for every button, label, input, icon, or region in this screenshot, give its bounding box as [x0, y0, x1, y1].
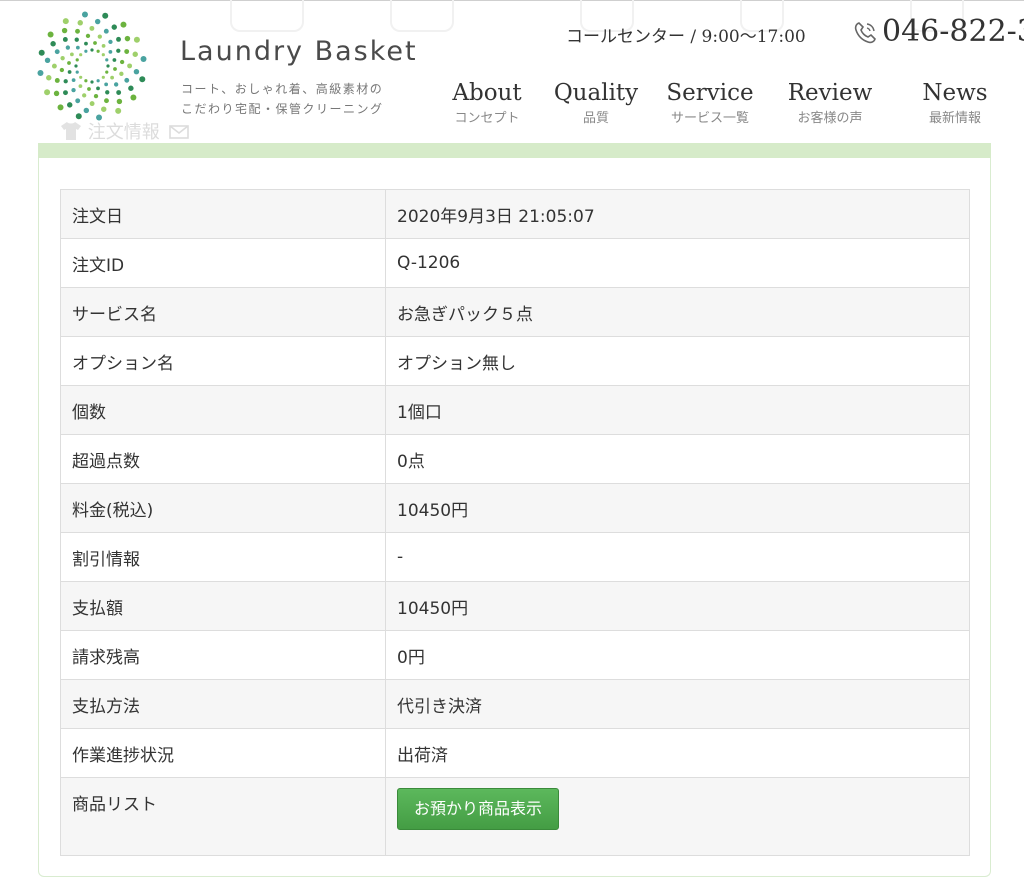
table-row-items: 商品リスト お預かり商品表示 — [60, 777, 970, 856]
phone-icon — [854, 22, 876, 44]
nav-service-label: Service — [666, 80, 754, 106]
table-row: サービス名 お急ぎパック５点 — [60, 287, 970, 337]
logo-tagline-line1: コート、おしゃれ着、高級素材の — [181, 82, 384, 96]
phone-number[interactable]: 046-822-3 — [882, 14, 1024, 49]
nav-news-sublabel: 最新情報 — [928, 111, 981, 126]
row-value: 0点 — [385, 434, 970, 484]
table-row: 支払額 10450円 — [60, 581, 970, 631]
nav-quality-sublabel: 品質 — [582, 111, 609, 126]
nav-news-label: News — [922, 80, 988, 106]
table-row: 請求残高 0円 — [60, 630, 970, 680]
row-value: 2020年9月3日 21:05:07 — [385, 189, 970, 239]
row-label: 個数 — [60, 385, 386, 435]
nav-quality-label: Quality — [553, 80, 639, 106]
shirt-icon — [61, 122, 81, 140]
mail-icon — [169, 125, 190, 139]
row-label: オプション名 — [60, 336, 386, 386]
table-row: 個数 1個口 — [60, 385, 970, 435]
table-row: 注文日 2020年9月3日 21:05:07 — [60, 189, 970, 239]
nav-service-sublabel: サービス一覧 — [670, 111, 749, 126]
row-value: 10450円 — [385, 483, 970, 533]
section-title-text: 注文情報 — [87, 122, 160, 143]
table-row: 注文ID Q-1206 — [60, 238, 970, 288]
section-title: 注文情報 — [60, 118, 190, 144]
table-row: 超過点数 0点 — [60, 434, 970, 484]
row-label: 注文日 — [60, 189, 386, 239]
nav-news[interactable]: News 最新情報 — [915, 78, 995, 130]
row-value: - — [385, 532, 970, 582]
row-value: 0円 — [385, 630, 970, 680]
row-value: オプション無し — [385, 336, 970, 386]
row-label: 超過点数 — [60, 434, 386, 484]
table-row: 作業進捗状況 出荷済 — [60, 728, 970, 778]
logo-title[interactable]: Laundry Basket — [180, 36, 418, 67]
row-value: お預かり商品表示 — [385, 777, 970, 856]
row-value: お急ぎパック５点 — [385, 287, 970, 337]
nav-about[interactable]: About コンセプト — [445, 78, 529, 130]
nav-service[interactable]: Service サービス一覧 — [660, 78, 760, 130]
row-value: 出荷済 — [385, 728, 970, 778]
row-value: 1個口 — [385, 385, 970, 435]
row-label: 支払方法 — [60, 679, 386, 729]
nav-about-label: About — [452, 80, 522, 106]
row-label: 注文ID — [60, 238, 386, 288]
row-label: 作業進捗状況 — [60, 728, 386, 778]
row-value: 代引き決済 — [385, 679, 970, 729]
table-row: 料金(税込) 10450円 — [60, 483, 970, 533]
row-label: 請求残高 — [60, 630, 386, 680]
logo-tagline-line2: こだわり宅配・保管クリーニング — [181, 102, 384, 116]
table-row: オプション名 オプション無し — [60, 336, 970, 386]
row-label: 商品リスト — [60, 777, 386, 856]
nav-quality[interactable]: Quality 品質 — [552, 78, 640, 130]
nav-review-sublabel: お客様の声 — [797, 111, 863, 126]
row-value: Q-1206 — [385, 238, 970, 288]
row-label: 割引情報 — [60, 532, 386, 582]
nav-review-label: Review — [787, 80, 873, 106]
show-stored-items-button[interactable]: お預かり商品表示 — [397, 788, 560, 830]
nav-about-sublabel: コンセプト — [454, 111, 520, 126]
nav-review[interactable]: Review お客様の声 — [783, 78, 877, 130]
table-row: 割引情報 - — [60, 532, 970, 582]
row-label: サービス名 — [60, 287, 386, 337]
row-label: 支払額 — [60, 581, 386, 631]
site-header: Laundry Basket コート、おしゃれ着、高級素材の こだわり宅配・保管… — [0, 0, 1024, 160]
callcenter-hours: コールセンター / 9:00〜17:00 — [566, 27, 806, 47]
logo-mark-icon[interactable] — [36, 10, 148, 122]
table-row: 支払方法 代引き決済 — [60, 679, 970, 729]
row-value: 10450円 — [385, 581, 970, 631]
row-label: 料金(税込) — [60, 483, 386, 533]
order-detail-table: 注文日 2020年9月3日 21:05:07 注文ID Q-1206 サービス名… — [60, 189, 970, 856]
